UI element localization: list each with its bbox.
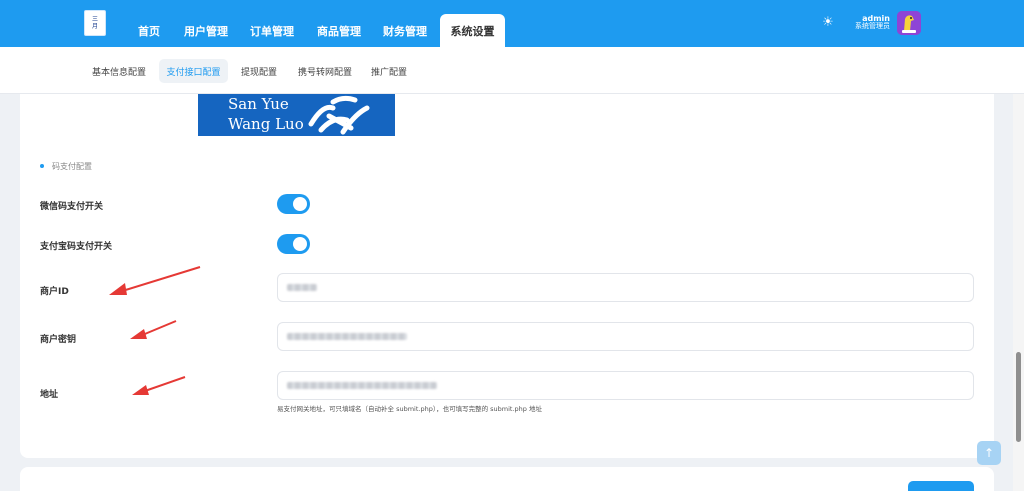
footer-card xyxy=(20,467,994,491)
nav-item-products[interactable]: 商品管理 xyxy=(313,14,365,47)
avatar-image xyxy=(897,11,921,35)
tab-label: 支付接口配置 xyxy=(166,67,221,78)
address-input[interactable] xyxy=(277,371,974,400)
nav-item-label: 订单管理 xyxy=(250,25,294,38)
brand-logo[interactable]: 三 月 xyxy=(84,10,106,36)
nav-item-label: 财务管理 xyxy=(383,25,427,38)
wechat-switch-label: 微信码支付开关 xyxy=(40,202,104,212)
tab-label: 提现配置 xyxy=(240,67,277,78)
merchant-key-label: 商户密钥 xyxy=(40,335,77,345)
nav-item-users[interactable]: 用户管理 xyxy=(180,14,232,47)
nav-item-finance[interactable]: 财务管理 xyxy=(379,14,431,47)
sun-icon[interactable]: ☀ xyxy=(822,16,834,29)
scrollbar-thumb[interactable] xyxy=(1016,352,1021,442)
merchant-key-input[interactable] xyxy=(277,322,974,351)
tab-payment-config[interactable]: 支付接口配置 xyxy=(159,59,228,83)
arrow-up-icon: ↑ xyxy=(983,446,995,460)
save-button[interactable] xyxy=(908,481,974,491)
nav-item-label: 商品管理 xyxy=(317,25,361,38)
logo-char: 月 xyxy=(91,23,98,30)
merchant-id-label: 商户ID xyxy=(40,287,69,297)
nav-item-label: 用户管理 xyxy=(184,25,228,38)
nav-item-label: 首页 xyxy=(138,25,160,38)
alipay-switch-label: 支付宝码支付开关 xyxy=(40,242,113,252)
redacted-value xyxy=(287,333,407,340)
page-scrollbar[interactable] xyxy=(1013,94,1024,491)
annotation-arrow-icon xyxy=(132,376,186,395)
nav-item-home[interactable]: 首页 xyxy=(131,14,167,47)
address-help-text: 易支付网关地址，可只填域名（自动补全 submit.php），也可填写完整的 s… xyxy=(277,405,542,413)
tab-number-transfer[interactable]: 携号转网配置 xyxy=(292,59,358,83)
section-title: 码支付配置 xyxy=(40,160,92,172)
alipay-pay-toggle[interactable] xyxy=(277,234,310,254)
banner-line-2: Wang Luo xyxy=(228,115,304,133)
logo-preview-image: San Yue Wang Luo xyxy=(198,94,395,136)
settings-subnav: 基本信息配置 支付接口配置 提现配置 携号转网配置 推广配置 xyxy=(0,47,1024,94)
nav-item-label: 系统设置 xyxy=(450,25,495,38)
redacted-value xyxy=(287,284,317,291)
merchant-id-input[interactable] xyxy=(277,273,974,302)
wechat-pay-toggle[interactable] xyxy=(277,194,310,214)
annotation-arrow-icon xyxy=(130,320,177,339)
tab-withdraw-config[interactable]: 提现配置 xyxy=(235,59,283,83)
avatar[interactable] xyxy=(897,11,921,35)
tab-label: 基本信息配置 xyxy=(91,67,146,78)
tab-promotion-config[interactable]: 推广配置 xyxy=(365,59,413,83)
logo-char: 三 xyxy=(91,16,98,23)
annotation-arrow-icon xyxy=(109,266,201,295)
back-to-top-button[interactable]: ↑ xyxy=(977,441,1001,465)
tab-basic-info[interactable]: 基本信息配置 xyxy=(86,59,152,83)
tab-label: 推广配置 xyxy=(370,67,407,78)
address-label: 地址 xyxy=(40,390,59,400)
banner-line-1: San Yue xyxy=(228,95,289,113)
tab-label: 携号转网配置 xyxy=(297,67,352,78)
nav-item-settings[interactable]: 系统设置 xyxy=(440,14,505,47)
nav-item-orders[interactable]: 订单管理 xyxy=(246,14,298,47)
user-role: 系统管理员 xyxy=(855,22,890,30)
brush-glyph-icon xyxy=(308,95,370,135)
top-navigation-bar: 三 月 首页 用户管理 订单管理 商品管理 财务管理 系统设置 ☀ admin … xyxy=(0,0,1024,47)
section-title-text: 码支付配置 xyxy=(52,161,92,171)
section-dot xyxy=(40,164,44,168)
redacted-value xyxy=(287,382,437,389)
